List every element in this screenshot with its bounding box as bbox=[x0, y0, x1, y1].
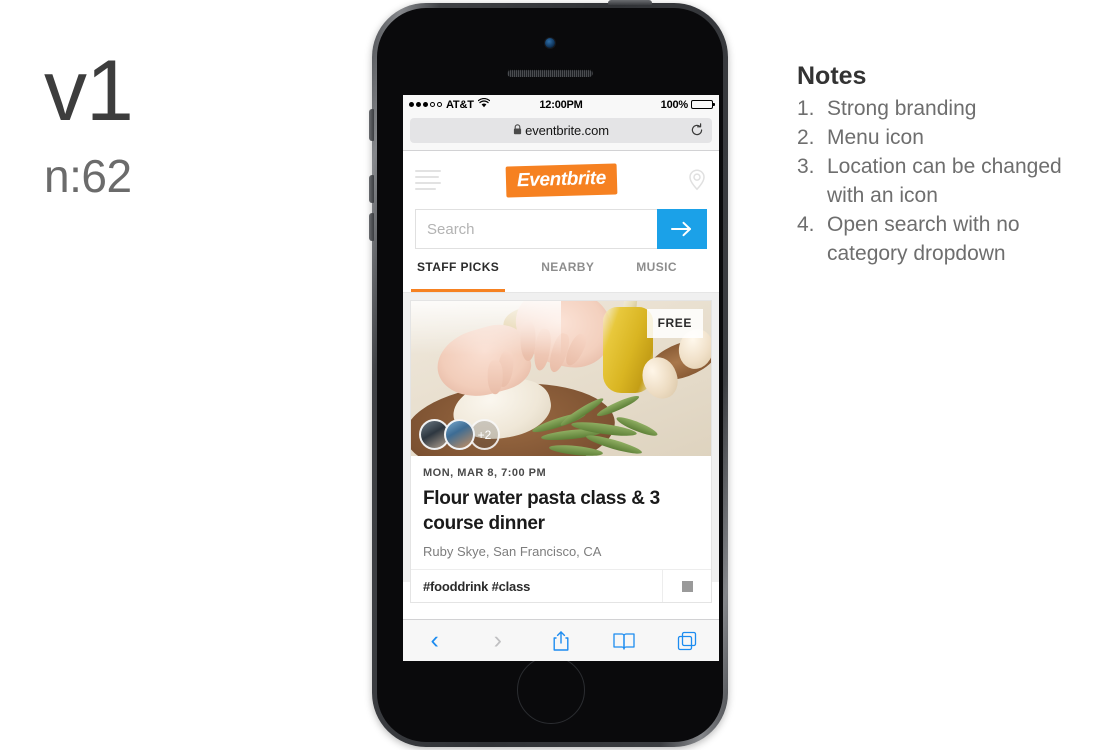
power-button[interactable] bbox=[608, 0, 652, 5]
back-button[interactable]: ‹ bbox=[403, 620, 466, 661]
save-icon bbox=[681, 580, 693, 592]
avatar-overflow-text: +2 bbox=[477, 427, 492, 442]
status-bar-clock: 12:00PM bbox=[539, 98, 583, 111]
url-text: eventbrite.com bbox=[525, 123, 609, 138]
event-tags[interactable]: #fooddrink #class bbox=[411, 579, 662, 594]
ios-status-bar: AT&T 12:00PM 100% bbox=[403, 95, 719, 114]
arrow-right-icon bbox=[671, 221, 691, 237]
notes-panel: Notes 1. Strong branding 2. Menu icon 3.… bbox=[797, 60, 1077, 268]
location-pin-icon[interactable] bbox=[681, 168, 707, 192]
event-venue: Ruby Skye, San Francisco, CA bbox=[423, 544, 602, 559]
version-sample-count: n:62 bbox=[44, 150, 132, 202]
status-bar-right: 100% bbox=[583, 98, 716, 111]
bookmarks-button[interactable] bbox=[593, 620, 656, 661]
volume-up-button[interactable] bbox=[369, 175, 374, 203]
safari-url-bar-container: eventbrite.com bbox=[403, 114, 719, 151]
signal-strength-icon bbox=[409, 102, 442, 107]
event-title[interactable]: Flour water pasta class & 3 course dinne… bbox=[423, 486, 699, 536]
tabs-icon bbox=[678, 631, 697, 650]
iphone-device-frame: AT&T 12:00PM 100% eventbrite.com Eventbr… bbox=[369, 0, 728, 747]
earpiece-speaker bbox=[507, 69, 593, 77]
note-item: 3. Location can be changed with an icon bbox=[797, 152, 1077, 210]
avatar[interactable] bbox=[444, 419, 475, 450]
mute-switch-button[interactable] bbox=[369, 109, 374, 141]
price-badge: FREE bbox=[646, 309, 703, 338]
event-feed: FREE +2 MON, MAR 8, 7:00 PM Flour water … bbox=[403, 293, 719, 603]
front-camera-icon bbox=[545, 38, 555, 48]
site-header: Eventbrite bbox=[403, 151, 719, 209]
note-number: 4. bbox=[797, 213, 815, 236]
home-button[interactable] bbox=[517, 656, 585, 724]
note-text: Location can be changed with an icon bbox=[827, 155, 1062, 207]
battery-icon bbox=[691, 100, 716, 109]
event-tags-row: #fooddrink #class bbox=[411, 569, 711, 602]
tab-nearby[interactable]: NEARBY bbox=[541, 258, 594, 292]
tab-music[interactable]: MUSIC bbox=[636, 258, 677, 292]
herb-decoration bbox=[527, 392, 660, 456]
safari-url-bar[interactable]: eventbrite.com bbox=[410, 118, 712, 143]
site-logo-wrapper[interactable]: Eventbrite bbox=[441, 162, 681, 198]
phone-bezel: AT&T 12:00PM 100% eventbrite.com Eventbr… bbox=[377, 8, 723, 742]
event-date: MON, MAR 8, 7:00 PM bbox=[423, 467, 547, 479]
category-tab-bar: STAFF PICKS NEARBY MUSIC bbox=[403, 258, 719, 293]
share-button[interactable] bbox=[529, 620, 592, 661]
note-number: 2. bbox=[797, 126, 815, 149]
note-number: 1. bbox=[797, 97, 815, 120]
notes-title: Notes bbox=[797, 62, 867, 90]
version-label: v1 bbox=[44, 43, 134, 139]
chevron-right-icon: › bbox=[493, 626, 502, 654]
event-save-button[interactable] bbox=[662, 570, 711, 602]
forward-button: › bbox=[466, 620, 529, 661]
reload-icon[interactable] bbox=[690, 122, 704, 139]
search-row bbox=[403, 209, 719, 258]
chevron-left-icon: ‹ bbox=[430, 626, 439, 654]
book-icon bbox=[613, 632, 635, 650]
note-text: Open search with no category dropdown bbox=[827, 213, 1020, 265]
search-submit-button[interactable] bbox=[657, 209, 707, 249]
notes-list: 1. Strong branding 2. Menu icon 3. Locat… bbox=[797, 94, 1077, 268]
search-input[interactable] bbox=[415, 209, 657, 249]
attendee-avatar-row: +2 bbox=[419, 419, 500, 450]
share-icon bbox=[553, 630, 569, 651]
hamburger-menu-icon[interactable] bbox=[415, 170, 441, 190]
lock-icon bbox=[513, 124, 522, 137]
tab-staff-picks[interactable]: STAFF PICKS bbox=[410, 258, 506, 292]
phone-screen: AT&T 12:00PM 100% eventbrite.com Eventbr… bbox=[403, 95, 719, 661]
note-number: 3. bbox=[797, 155, 815, 178]
status-bar-left: AT&T bbox=[409, 98, 539, 111]
note-item: 1. Strong branding bbox=[797, 94, 1077, 123]
safari-bottom-toolbar: ‹ › bbox=[403, 619, 719, 661]
event-card[interactable]: FREE +2 MON, MAR 8, 7:00 PM Flour water … bbox=[410, 300, 712, 603]
eventbrite-logo[interactable]: Eventbrite bbox=[505, 162, 617, 198]
price-badge-text: FREE bbox=[657, 316, 692, 330]
wifi-icon bbox=[477, 98, 490, 111]
note-text: Menu icon bbox=[827, 126, 924, 149]
eventbrite-logo-text: Eventbrite bbox=[516, 167, 606, 191]
note-item: 4. Open search with no category dropdown bbox=[797, 210, 1077, 268]
tabs-button[interactable] bbox=[656, 620, 719, 661]
version-block: v1 n:62 bbox=[44, 48, 344, 204]
note-text: Strong branding bbox=[827, 97, 977, 120]
battery-percentage: 100% bbox=[660, 98, 689, 111]
note-item: 2. Menu icon bbox=[797, 123, 1077, 152]
event-image: FREE +2 bbox=[411, 301, 711, 456]
event-card-body: MON, MAR 8, 7:00 PM Flour water pasta cl… bbox=[411, 456, 711, 569]
volume-down-button[interactable] bbox=[369, 213, 374, 241]
carrier-name: AT&T bbox=[446, 98, 474, 111]
